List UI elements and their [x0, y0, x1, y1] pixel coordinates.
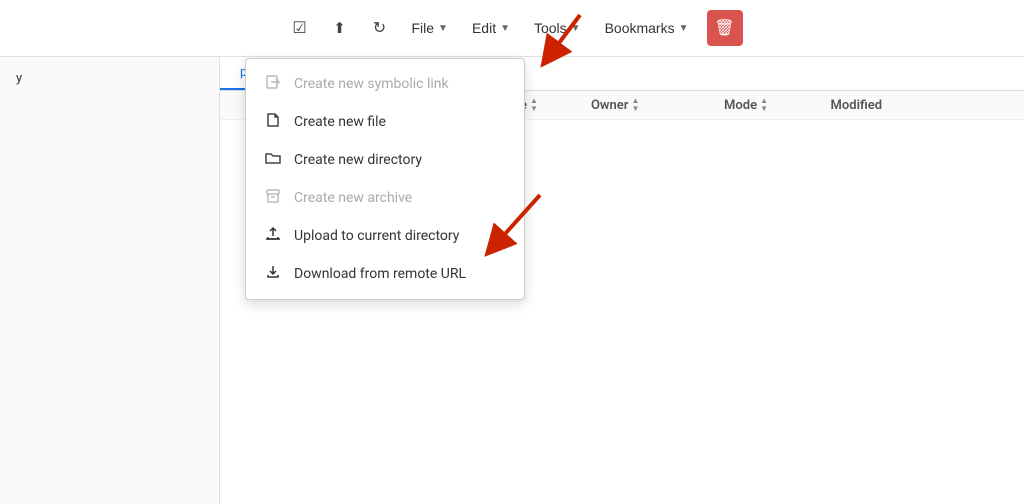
symlink-icon — [264, 74, 282, 94]
share-button[interactable]: ⬆︎ — [321, 10, 357, 46]
upload-icon — [264, 226, 282, 246]
newfile-icon — [264, 112, 282, 132]
check-button[interactable]: ☑ — [281, 10, 317, 46]
file-menu-button[interactable]: File ▼ — [401, 10, 457, 46]
bookmarks-menu-button[interactable]: Bookmarks ▼ — [595, 10, 699, 46]
edit-menu-label: Edit — [472, 20, 496, 36]
file-menu-chevron: ▼ — [438, 23, 448, 34]
mode-sort-arrows: ▲▼ — [760, 97, 768, 113]
col-owner-header[interactable]: Owner ▲▼ — [591, 97, 724, 113]
col-mode-header[interactable]: Mode ▲▼ — [724, 97, 830, 113]
share-icon: ⬆︎ — [333, 19, 346, 37]
col-modified-header[interactable]: Modified — [831, 97, 1008, 113]
sidebar-panel: y — [0, 57, 220, 504]
menu-item-symlink-label: Create new symbolic link — [294, 76, 449, 92]
newdir-icon — [264, 150, 282, 170]
archive-icon — [264, 188, 282, 208]
menu-item-newfile[interactable]: Create new file — [246, 103, 524, 141]
menu-item-download-label: Download from remote URL — [294, 266, 466, 282]
delete-button[interactable]: 🗑 — [707, 10, 743, 46]
tools-menu-label: Tools — [534, 20, 567, 36]
menu-item-upload[interactable]: Upload to current directory — [246, 217, 524, 255]
menu-item-newfile-label: Create new file — [294, 114, 386, 130]
bookmarks-menu-chevron: ▼ — [679, 23, 689, 34]
refresh-button[interactable]: ↻ — [361, 10, 397, 46]
file-menu-label: File — [411, 20, 434, 36]
delete-icon: 🗑 — [714, 18, 734, 38]
download-icon — [264, 264, 282, 284]
size-sort-arrows: ▲▼ — [530, 97, 538, 113]
refresh-icon: ↻ — [373, 18, 386, 38]
edit-menu-chevron: ▼ — [500, 23, 510, 34]
owner-sort-arrows: ▲▼ — [631, 97, 639, 113]
file-dropdown-menu: Create new symbolic link Create new file… — [245, 58, 525, 300]
menu-item-download[interactable]: Download from remote URL — [246, 255, 524, 293]
menu-item-symlink[interactable]: Create new symbolic link — [246, 65, 524, 103]
menu-item-upload-label: Upload to current directory — [294, 228, 459, 244]
tools-menu-chevron: ▼ — [571, 23, 581, 34]
check-icon: ☑ — [292, 18, 306, 38]
menu-item-newdir[interactable]: Create new directory — [246, 141, 524, 179]
tools-menu-button[interactable]: Tools ▼ — [524, 10, 591, 46]
menu-item-archive-label: Create new archive — [294, 190, 412, 206]
menu-item-newdir-label: Create new directory — [294, 152, 422, 168]
sidebar-item-0[interactable]: y — [0, 65, 219, 92]
toolbar: ☑ ⬆︎ ↻ File ▼ Edit ▼ Tools ▼ Bookmarks ▼… — [0, 0, 1024, 57]
edit-menu-button[interactable]: Edit ▼ — [462, 10, 520, 46]
menu-item-archive[interactable]: Create new archive — [246, 179, 524, 217]
bookmarks-menu-label: Bookmarks — [605, 20, 675, 36]
